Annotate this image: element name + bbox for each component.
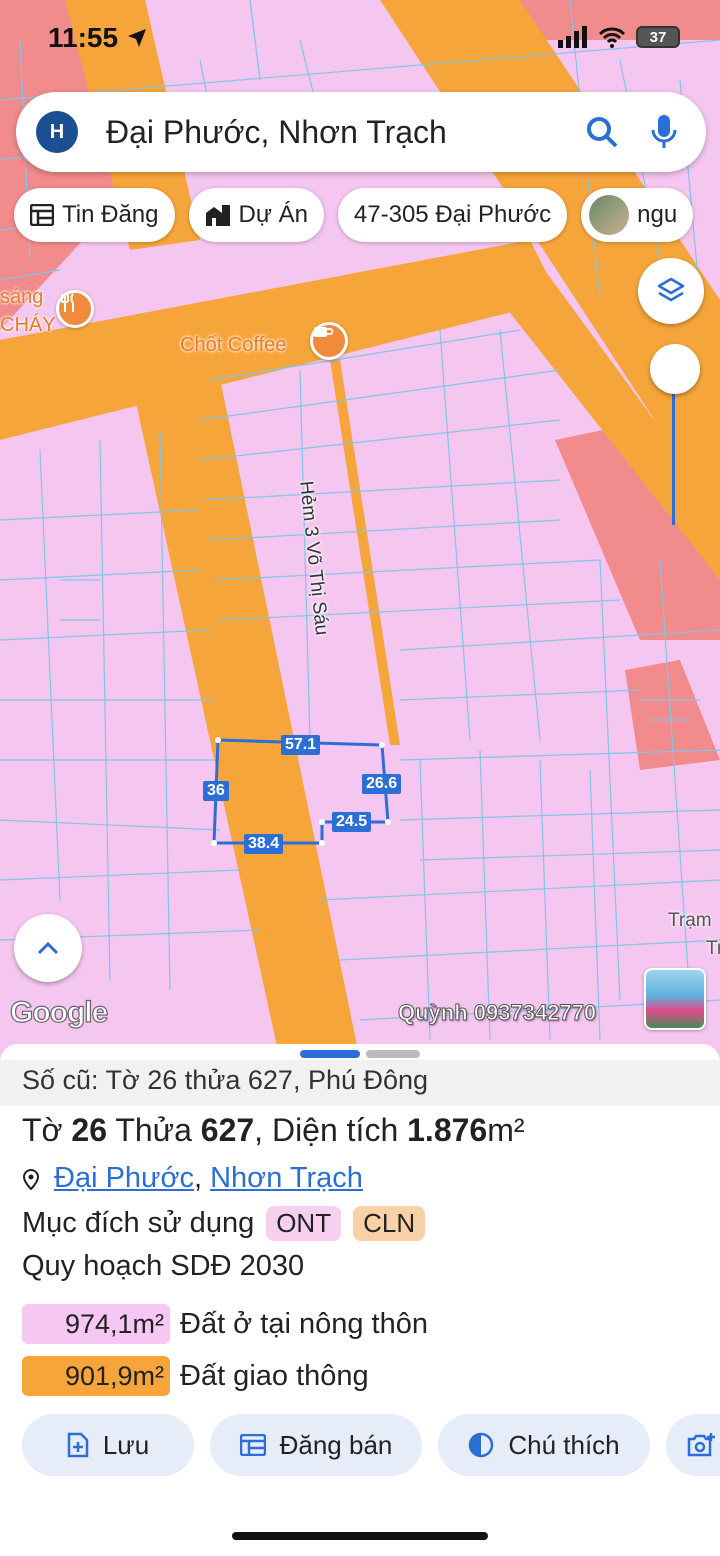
google-logo: Google (9, 995, 109, 1029)
dimension-right: 26.6 (362, 774, 402, 794)
post-sale-label: Đăng bán (279, 1429, 393, 1460)
filter-chips: Tin Đăng Dự Án 47-305 Đại Phước ngu (14, 188, 694, 242)
add-bookmark-icon (67, 1432, 89, 1458)
usage-tag-ont: ONT (266, 1206, 342, 1241)
usage-tag-cln: CLN (353, 1206, 426, 1241)
cafe-icon[interactable] (310, 322, 348, 360)
parcel-number: 627 (200, 1112, 255, 1148)
dimension-bottom: 38.4 (244, 834, 284, 854)
usage-row: Mục đích sử dụng ONT CLN (22, 1206, 426, 1241)
plan-area-desc: Đất giao thông (180, 1359, 369, 1392)
layers-button[interactable] (638, 258, 704, 324)
title-text: , Diện tích (254, 1112, 408, 1148)
chip-label: Tin Đăng (62, 201, 159, 228)
district-link[interactable]: Nhơn Trạch (210, 1162, 363, 1195)
contrast-icon (469, 1432, 494, 1458)
search-icon[interactable] (582, 112, 622, 152)
home-indicator[interactable] (232, 1532, 488, 1540)
post-sale-button[interactable]: Đăng bán (210, 1414, 422, 1476)
sheet-handle[interactable] (300, 1050, 420, 1058)
listing-icon (239, 1434, 266, 1456)
chip-search-history[interactable]: 47-305 Đại Phước (337, 188, 568, 242)
parcel-info-sheet[interactable]: Số cũ: Tờ 26 thửa 627, Phú Đông Tờ 26 Th… (0, 1044, 720, 1556)
restaurant-icon[interactable] (56, 290, 94, 328)
listing-icon (30, 204, 54, 226)
place-label-sub[interactable]: Tr (706, 938, 720, 960)
poi-label-restaurant[interactable]: sáng (0, 286, 43, 309)
plan-item-residential: 974,1m² Đất ở tại nông thôn (22, 1304, 428, 1344)
poi-label-cafe[interactable]: Chốt Coffee (180, 334, 286, 357)
title-text: Tờ (22, 1112, 72, 1148)
location-pin-icon (22, 1168, 40, 1190)
battery-icon: 37 (636, 26, 680, 48)
parcel-area: 1.876 (407, 1112, 488, 1148)
chip-label: 47-305 Đại Phước (353, 201, 552, 228)
save-label: Lưu (102, 1429, 150, 1460)
wifi-icon (598, 27, 626, 48)
chip-label: Dự Án (238, 201, 308, 228)
add-photo-icon (687, 1433, 715, 1457)
expand-button[interactable] (14, 914, 82, 982)
plan-label: Quy hoạch SDĐ 2030 (22, 1250, 305, 1282)
search-bar[interactable]: H Đại Phước, Nhơn Trạch (16, 92, 706, 172)
chip-du-an[interactable]: Dự Án (188, 188, 324, 242)
watermark-text: Quỳnh 0937342770 (397, 1000, 597, 1026)
search-input[interactable]: Đại Phước, Nhơn Trạch (106, 114, 582, 151)
clock-time: 11:55 (48, 22, 119, 53)
photo-thumbnail[interactable] (644, 968, 706, 1030)
plan-area-value: 901,9m² (22, 1356, 170, 1396)
location-arrow-icon (127, 29, 146, 47)
poi-label-restaurant-sub[interactable]: CHÁY (0, 314, 56, 337)
battery-level: 37 (649, 28, 667, 46)
chip-label: ngu (637, 201, 678, 228)
action-bar: Lưu Đăng bán Chú thích (22, 1414, 720, 1476)
title-text: Thửa (107, 1112, 201, 1148)
legend-label: Chú thích (508, 1429, 620, 1460)
dimension-top: 57.1 (281, 735, 321, 755)
clock: 11:55 (48, 22, 148, 54)
plan-area-desc: Đất ở tại nông thôn (180, 1307, 428, 1340)
opacity-slider-handle[interactable] (650, 344, 700, 394)
parcel-location: Đại Phước , Nhơn Trạch (22, 1162, 363, 1195)
plan-item-road: 901,9m² Đất giao thông (22, 1356, 369, 1396)
chip-tin-dang[interactable]: Tin Đăng (14, 188, 175, 242)
project-icon (205, 205, 230, 226)
chevron-up-icon (37, 941, 59, 955)
plan-area-value: 974,1m² (22, 1304, 170, 1344)
signal-icon (558, 26, 587, 48)
app-avatar[interactable]: H (36, 111, 78, 153)
user-avatar (589, 195, 630, 235)
chip-user[interactable]: ngu (581, 188, 694, 242)
area-unit: m² (487, 1112, 525, 1148)
status-bar: 11:55 37 (0, 0, 720, 80)
save-button[interactable]: Lưu (22, 1414, 194, 1476)
ward-link[interactable]: Đại Phước (54, 1162, 194, 1195)
dimension-left: 36 (203, 781, 229, 801)
sheet-number: 26 (71, 1112, 108, 1148)
parcel-title: Tờ 26 Thửa 627 , Diện tích 1.876 m² (22, 1112, 525, 1149)
place-label[interactable]: Trạm (668, 910, 712, 932)
layers-icon (657, 277, 685, 302)
dimension-inner: 24.5 (332, 812, 372, 832)
old-parcel-info: Số cũ: Tờ 26 thửa 627, Phú Đông (0, 1060, 720, 1106)
legend-button[interactable]: Chú thích (438, 1414, 650, 1476)
microphone-icon[interactable] (644, 112, 684, 152)
add-photo-button[interactable] (666, 1414, 720, 1476)
usage-label: Mục đích sử dụng (22, 1207, 255, 1239)
